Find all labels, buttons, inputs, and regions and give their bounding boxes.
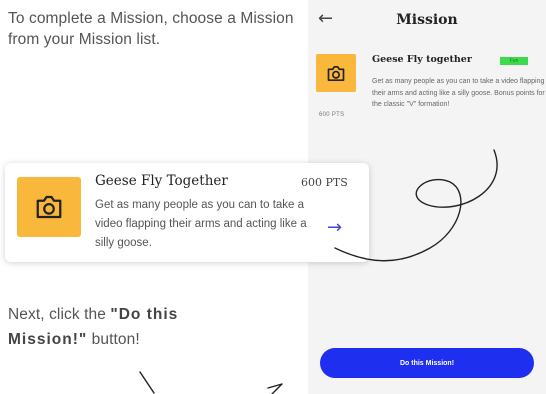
mission-card-points: 600 PTS <box>301 176 348 189</box>
phone-header: ← Mission <box>308 0 546 42</box>
mission-card[interactable]: Geese Fly Together 600 PTS Get as many p… <box>5 163 369 262</box>
instruction-step-2-prefix: Next, click the <box>8 306 111 323</box>
phone-mission-detail: 600 PTS Geese Fly together Fun Get as ma… <box>314 42 545 162</box>
phone-title: Mission <box>396 12 458 28</box>
phone-mission-tag: Fun <box>500 57 528 65</box>
phone-mission-name: Geese Fly together <box>372 54 472 65</box>
mission-card-description: Get as many people as you can to take a … <box>95 199 307 249</box>
mission-card-name: Geese Fly Together <box>95 173 228 189</box>
camera-icon <box>17 177 81 237</box>
instruction-step-2: Next, click the "Do this Mission!" butto… <box>8 302 258 352</box>
phone-mission-description: Get as many people as you can to take a … <box>372 78 545 108</box>
phone-mission-points: 600 PTS <box>319 112 345 118</box>
instruction-step-2-suffix: button! <box>87 331 140 348</box>
instruction-step-1: To complete a Mission, choose a Mission … <box>8 10 294 48</box>
camera-icon <box>316 54 356 92</box>
arrow-right-icon[interactable]: → <box>327 217 342 238</box>
do-this-mission-button[interactable]: Do this Mission! <box>320 348 534 378</box>
